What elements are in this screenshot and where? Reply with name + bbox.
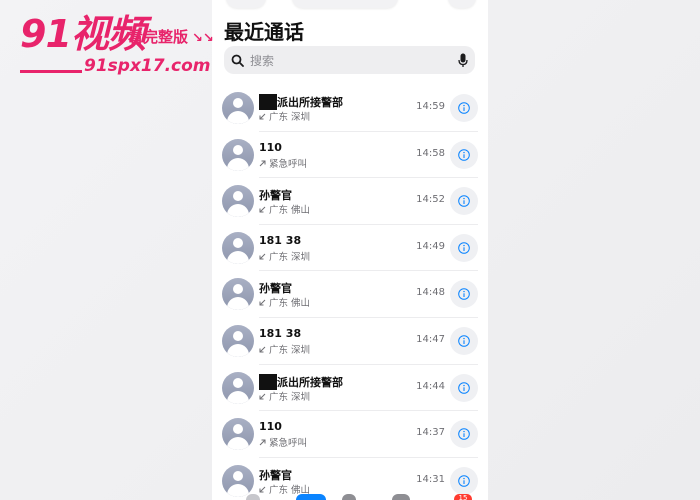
- call-time: 14:47: [416, 333, 445, 345]
- contact-avatar-icon: [222, 278, 254, 311]
- segmented-control[interactable]: [292, 0, 398, 8]
- call-time: 14:37: [416, 427, 445, 439]
- call-row[interactable]: 派出所接警部 广东 深圳 14:44: [212, 365, 488, 412]
- contact-avatar-icon: [222, 185, 254, 218]
- search-input[interactable]: 搜索: [250, 52, 451, 69]
- incoming-call-arrow-icon: [259, 345, 266, 356]
- phone-screen: 最近通话 搜索 派出所接警部 广东 深圳 14:59 110 紧急呼叫 14:5…: [212, 0, 488, 500]
- caller-name: 派出所接警部: [259, 94, 343, 110]
- contact-avatar-icon: [222, 324, 254, 357]
- call-subtitle: 广东 深圳: [259, 109, 310, 123]
- call-time: 14:44: [416, 380, 445, 392]
- tab-recents[interactable]: [296, 494, 326, 500]
- caller-name: 孙警官: [259, 189, 292, 203]
- contact-avatar-icon: [222, 371, 254, 404]
- watermark-url: 91spx17.com: [84, 56, 211, 76]
- call-row[interactable]: 孙警官 广东 佛山 14:48: [212, 271, 488, 318]
- caller-name: 181 38: [259, 233, 302, 247]
- info-icon[interactable]: [450, 326, 478, 355]
- contact-avatar-icon: [222, 92, 254, 124]
- caller-name: 孙警官: [259, 468, 292, 482]
- caller-name: 110: [259, 140, 282, 154]
- caller-name: 孙警官: [259, 282, 292, 296]
- info-icon[interactable]: [450, 233, 478, 262]
- top-controls: [212, 0, 488, 10]
- info-icon[interactable]: [450, 140, 478, 169]
- call-subtitle: 广东 佛山: [259, 295, 310, 309]
- watermark-tagline: 看完整版 ↘↘: [128, 28, 214, 46]
- incoming-call-arrow-icon: [259, 205, 266, 216]
- call-row[interactable]: 181 38 广东 深圳 14:47: [212, 318, 488, 365]
- call-time: 14:49: [416, 240, 445, 252]
- info-icon[interactable]: [450, 94, 478, 122]
- call-row[interactable]: 110 紧急呼叫 14:58: [212, 132, 488, 179]
- call-time: 14:48: [416, 287, 445, 299]
- contact-avatar-icon: [222, 138, 254, 171]
- page-title: 最近通话: [224, 20, 304, 44]
- caller-name: 181 38: [259, 326, 302, 340]
- call-time: 14:31: [416, 473, 445, 485]
- outgoing-call-arrow-icon: [259, 438, 266, 449]
- caller-name: 110: [259, 420, 282, 434]
- info-icon[interactable]: [450, 420, 478, 449]
- contact-avatar-icon: [222, 418, 254, 451]
- call-row[interactable]: 181 38 广东 深圳 14:49: [212, 225, 488, 272]
- call-subtitle: 紧急呼叫: [259, 156, 307, 170]
- call-time: 14:58: [416, 147, 445, 159]
- watermark-brand: 91视频: [20, 12, 146, 56]
- call-row[interactable]: 孙警官 广东 佛山 14:52: [212, 178, 488, 225]
- call-subtitle: 广东 深圳: [259, 342, 310, 356]
- info-icon[interactable]: [450, 373, 478, 402]
- outgoing-call-arrow-icon: [259, 159, 266, 170]
- microphone-icon[interactable]: [451, 53, 475, 68]
- top-right-button[interactable]: [448, 0, 476, 8]
- call-subtitle: 紧急呼叫: [259, 435, 307, 449]
- redaction-mark: [259, 94, 277, 110]
- search-bar[interactable]: 搜索: [224, 46, 475, 74]
- watermark-logo: 91视频 看完整版 ↘↘ 91spx17.com: [20, 12, 214, 76]
- recent-calls-list: 派出所接警部 广东 深圳 14:59 110 紧急呼叫 14:58 孙警官 广东…: [212, 85, 488, 500]
- watermark-underline: [20, 70, 82, 73]
- info-icon[interactable]: [450, 187, 478, 216]
- incoming-call-arrow-icon: [259, 252, 266, 263]
- tab-bar: 15: [212, 492, 488, 500]
- call-time: 14:52: [416, 194, 445, 206]
- search-icon: [224, 54, 250, 67]
- incoming-call-arrow-icon: [259, 112, 266, 123]
- info-icon[interactable]: [450, 466, 478, 495]
- call-subtitle: 广东 佛山: [259, 202, 310, 216]
- tab-contacts[interactable]: [342, 494, 356, 500]
- incoming-call-arrow-icon: [259, 392, 266, 403]
- redaction-mark: [259, 373, 277, 390]
- contact-avatar-icon: [222, 231, 254, 264]
- watermark-arrows: ↘↘: [192, 31, 214, 46]
- caller-name: 派出所接警部: [259, 373, 343, 390]
- tab-keypad[interactable]: [392, 494, 410, 500]
- incoming-call-arrow-icon: [259, 298, 266, 309]
- call-row[interactable]: 110 紧急呼叫 14:37: [212, 411, 488, 458]
- call-time: 14:59: [416, 101, 445, 112]
- info-icon[interactable]: [450, 280, 478, 309]
- top-left-button[interactable]: [226, 0, 266, 8]
- call-subtitle: 广东 深圳: [259, 389, 310, 403]
- call-row[interactable]: 派出所接警部 广东 深圳 14:59: [212, 85, 488, 132]
- call-subtitle: 广东 深圳: [259, 249, 310, 263]
- tab-favorites[interactable]: [246, 494, 260, 500]
- voicemail-badge: 15: [454, 494, 472, 500]
